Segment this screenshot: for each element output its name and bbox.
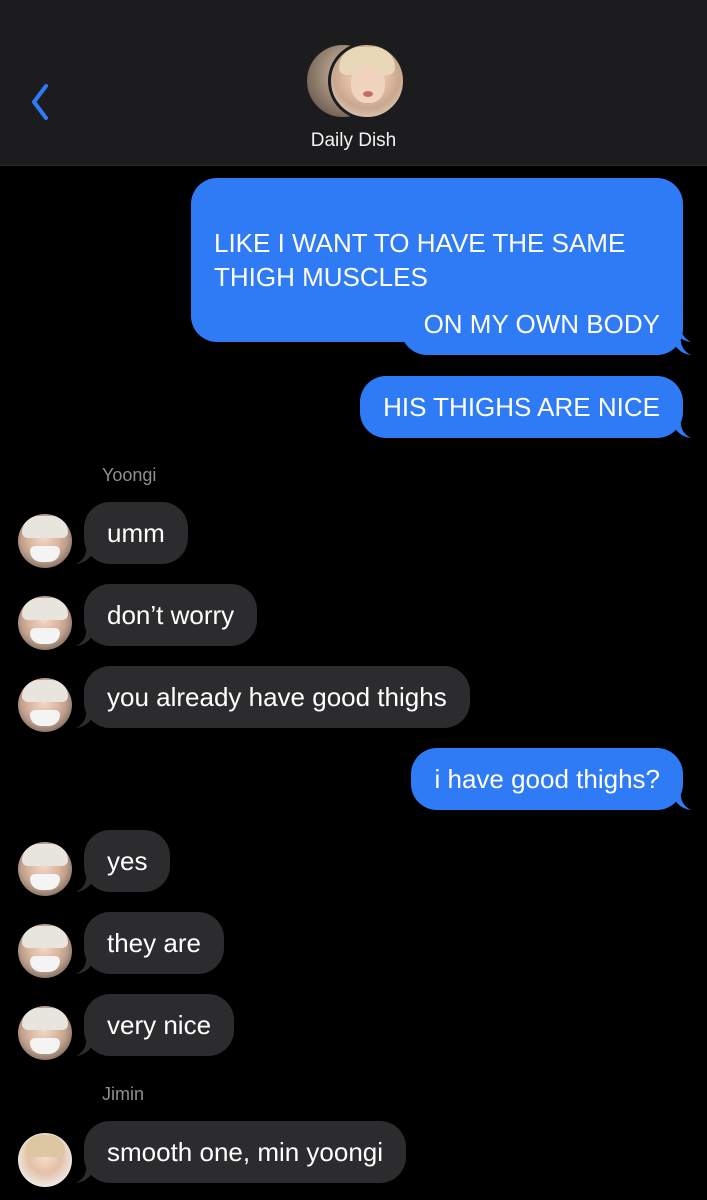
sent-message[interactable]: i have good thighs? bbox=[411, 748, 691, 810]
message-text: yes bbox=[107, 846, 148, 876]
sent-message[interactable]: HIS THIGHS ARE NICE bbox=[360, 376, 691, 438]
message-text: very nice bbox=[107, 1010, 212, 1040]
message-text: ON MY OWN BODY bbox=[423, 309, 660, 339]
received-message[interactable]: umm bbox=[76, 502, 188, 564]
bubble-tail bbox=[76, 544, 96, 564]
bubble-tail bbox=[671, 790, 691, 810]
message-text: HIS THIGHS ARE NICE bbox=[383, 392, 660, 422]
chat-header: Daily Dish bbox=[0, 0, 707, 166]
message-text: LIKE I WANT TO HAVE THE SAME THIGH MUSCL… bbox=[214, 228, 626, 292]
sent-message[interactable]: ON MY OWN BODY bbox=[400, 293, 691, 355]
message-text: they are bbox=[107, 928, 201, 958]
chat-title[interactable]: Daily Dish bbox=[0, 130, 707, 152]
message-text: don’t worry bbox=[107, 600, 235, 630]
avatar[interactable] bbox=[18, 596, 72, 650]
message-text: smooth one, min yoongi bbox=[107, 1137, 384, 1167]
received-message[interactable]: very nice bbox=[76, 994, 235, 1056]
sender-name: Jimin bbox=[102, 1084, 145, 1104]
bubble-tail bbox=[76, 1163, 96, 1183]
received-message[interactable]: smooth one, min yoongi bbox=[76, 1121, 407, 1183]
bubble-tail bbox=[76, 954, 96, 974]
bubble-tail bbox=[76, 626, 96, 646]
avatar[interactable] bbox=[18, 514, 72, 568]
received-message[interactable]: you already have good thighs bbox=[76, 666, 470, 728]
sender-name: Yoongi bbox=[102, 465, 157, 485]
avatar[interactable] bbox=[18, 1006, 72, 1060]
bubble-tail bbox=[671, 335, 691, 355]
group-avatar[interactable] bbox=[304, 42, 406, 120]
chevron-left-icon bbox=[32, 84, 48, 120]
received-message[interactable]: don’t worry bbox=[76, 584, 258, 646]
back-button[interactable] bbox=[26, 80, 60, 124]
bubble-tail bbox=[76, 872, 96, 892]
message-text: i have good thighs? bbox=[434, 764, 660, 794]
avatar[interactable] bbox=[18, 924, 72, 978]
message-text: umm bbox=[107, 518, 165, 548]
received-message[interactable]: they are bbox=[76, 912, 224, 974]
avatar[interactable] bbox=[18, 678, 72, 732]
message-text: you already have good thighs bbox=[107, 682, 447, 712]
received-message[interactable]: yes bbox=[76, 830, 171, 892]
bubble-tail bbox=[671, 418, 691, 438]
avatar[interactable] bbox=[18, 842, 72, 896]
avatar bbox=[328, 42, 406, 120]
bubble-tail bbox=[76, 708, 96, 728]
bubble-tail bbox=[76, 1036, 96, 1056]
avatar[interactable] bbox=[18, 1133, 72, 1187]
